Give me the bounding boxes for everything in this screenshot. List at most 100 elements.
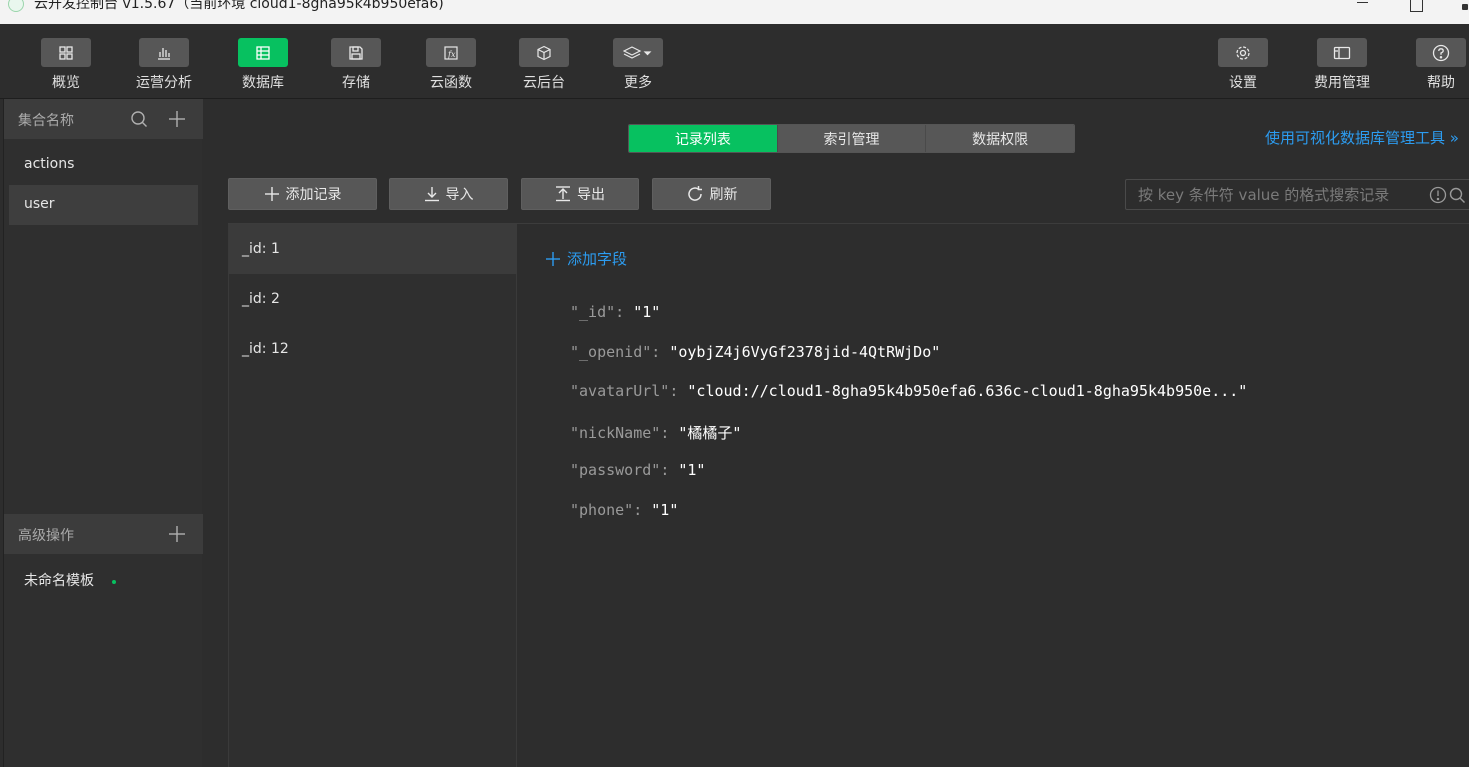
field-key: "password"	[570, 461, 661, 479]
import-label: 导入	[445, 187, 474, 203]
upload-icon	[556, 186, 570, 202]
record-list: _id: 1 _id: 2 _id: 12	[228, 224, 517, 767]
toolbar-label: 概览	[52, 75, 80, 91]
field-key: "avatarUrl"	[570, 382, 670, 400]
info-icon[interactable]	[1429, 186, 1447, 204]
cube-icon	[519, 38, 569, 67]
unsaved-dot-icon	[112, 580, 116, 584]
app-logo-icon	[8, 0, 24, 12]
toolbar-label: 存储	[342, 75, 370, 91]
export-label: 导出	[577, 187, 605, 203]
plus-icon	[546, 251, 560, 266]
database-main: 记录列表 索引管理 数据权限 使用可视化数据库管理工具 » 添加记录 导入 导出…	[203, 99, 1469, 767]
field-row[interactable]: "avatarUrl": "cloud://cloud1-8gha95k4b95…	[570, 382, 1247, 400]
tab-record-list[interactable]: 记录列表	[629, 125, 778, 152]
tab-index-management[interactable]: 索引管理	[777, 125, 927, 152]
field-row[interactable]: "_id": "1"	[570, 303, 660, 321]
search-icon[interactable]	[129, 109, 149, 129]
toolbar-label: 云函数	[430, 75, 472, 91]
field-row[interactable]: "_openid": "oybjZ4j6VyGf2378jid-4QtRWjDo…	[570, 343, 940, 361]
refresh-label: 刷新	[709, 187, 738, 203]
add-template-icon[interactable]	[167, 524, 187, 544]
maximize-button[interactable]	[1394, 0, 1440, 20]
svg-text:fx: fx	[447, 50, 456, 59]
record-item[interactable]: _id: 1	[229, 224, 517, 274]
grid-icon	[41, 38, 91, 67]
refresh-button[interactable]: 刷新	[652, 178, 771, 210]
record-detail: 添加字段 "_id": "1" "_openid": "oybjZ4j6VyGf…	[518, 224, 1469, 767]
toolbar-cloud-backend[interactable]: 云后台	[504, 38, 584, 94]
help-icon	[1416, 38, 1466, 67]
field-value: "oybjZ4j6VyGf2378jid-4QtRWjDo"	[669, 343, 941, 361]
visual-db-tool-link[interactable]: 使用可视化数据库管理工具 »	[1265, 127, 1459, 148]
field-value: "cloud://cloud1-8gha95k4b950efa6.636c-cl…	[687, 382, 1248, 400]
record-id-label: _id: 2	[242, 291, 280, 307]
record-item[interactable]: _id: 12	[229, 324, 517, 374]
collection-sidebar: 集合名称 actions user 高级操作 未命名模板	[3, 99, 203, 767]
toolbar-label: 帮助	[1427, 75, 1455, 91]
tab-data-permissions[interactable]: 数据权限	[926, 125, 1074, 152]
add-field-button[interactable]: 添加字段	[545, 248, 627, 269]
field-value: "1"	[651, 501, 679, 519]
template-item[interactable]: 未命名模板	[9, 561, 198, 597]
field-key: "phone"	[570, 501, 634, 519]
plus-icon	[264, 187, 279, 201]
toolbar-more[interactable]: 更多	[598, 38, 678, 94]
toolbar-label: 更多	[624, 75, 652, 91]
layers-icon	[613, 38, 663, 67]
add-record-button[interactable]: 添加记录	[228, 178, 377, 210]
search-icon[interactable]	[1448, 186, 1466, 204]
field-key: "_id"	[570, 303, 616, 321]
add-field-label: 添加字段	[567, 250, 628, 268]
toolbar-settings[interactable]: 设置	[1203, 38, 1283, 94]
field-key: "nickName"	[570, 424, 661, 442]
function-icon: fx	[426, 38, 476, 67]
advanced-header-label: 高级操作	[18, 528, 74, 544]
template-item-label: 未命名模板	[24, 573, 94, 589]
add-collection-icon[interactable]	[167, 109, 187, 129]
minimize-button[interactable]	[1340, 0, 1386, 20]
export-button[interactable]: 导出	[521, 178, 639, 210]
toolbar-analytics[interactable]: 运营分析	[124, 38, 204, 94]
record-id-label: _id: 12	[242, 341, 289, 357]
close-button[interactable]	[1446, 0, 1469, 20]
toolbar-functions[interactable]: fx 云函数	[411, 38, 491, 94]
window-title: 云开发控制台 v1.5.67（当前环境 cloud1-8gha95k4b950e…	[34, 0, 444, 12]
record-id-label: _id: 1	[242, 241, 280, 257]
field-key: "_openid"	[570, 343, 652, 361]
collection-item-actions[interactable]: actions	[9, 145, 198, 185]
record-search	[1125, 179, 1469, 210]
toolbar-label: 数据库	[242, 75, 284, 91]
toolbar-database[interactable]: 数据库	[223, 38, 303, 94]
toolbar-label: 费用管理	[1314, 75, 1370, 91]
toolbar-billing[interactable]: 费用管理	[1302, 38, 1382, 94]
add-record-label: 添加记录	[285, 187, 342, 203]
toolbar-label: 云后台	[523, 75, 565, 91]
record-item[interactable]: _id: 2	[229, 274, 517, 324]
collection-item-label: actions	[24, 156, 75, 172]
collection-item-label: user	[24, 196, 55, 212]
storage-icon	[331, 38, 381, 67]
database-icon	[238, 38, 288, 67]
field-row[interactable]: "password": "1"	[570, 461, 705, 479]
field-value: "橘橘子"	[678, 424, 742, 442]
advanced-header: 高级操作	[4, 514, 203, 554]
field-value: "1"	[633, 303, 661, 321]
top-toolbar: 概览 运营分析 数据库 存储 fx 云函数 云后台 更多 设置 费用管理 帮助	[0, 24, 1469, 99]
toolbar-storage[interactable]: 存储	[316, 38, 396, 94]
collections-header-label: 集合名称	[18, 113, 74, 129]
gear-icon	[1218, 38, 1268, 67]
window-title-bar: 云开发控制台 v1.5.67（当前环境 cloud1-8gha95k4b950e…	[0, 0, 1469, 24]
field-row[interactable]: "nickName": "橘橘子"	[570, 422, 741, 443]
download-icon	[424, 187, 439, 202]
collection-item-user[interactable]: user	[9, 185, 198, 225]
field-value: "1"	[678, 461, 706, 479]
bar-chart-icon	[139, 38, 189, 67]
tab-group: 记录列表 索引管理 数据权限	[628, 124, 1075, 153]
toolbar-label: 运营分析	[136, 75, 192, 91]
import-button[interactable]: 导入	[389, 178, 508, 210]
field-row[interactable]: "phone": "1"	[570, 501, 678, 519]
toolbar-help[interactable]: 帮助	[1401, 38, 1469, 94]
record-search-input[interactable]	[1126, 180, 1426, 209]
toolbar-overview[interactable]: 概览	[26, 38, 106, 94]
